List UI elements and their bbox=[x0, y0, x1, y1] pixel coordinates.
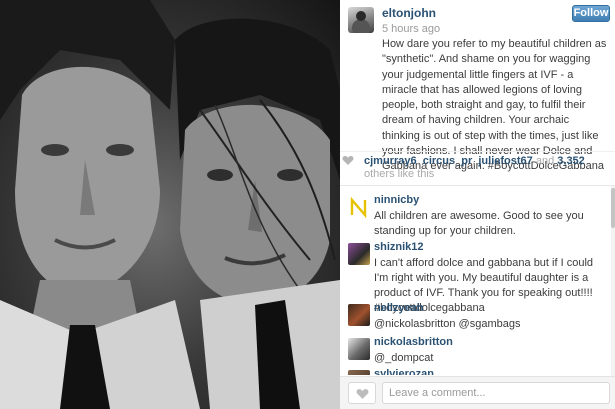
comment-avatar[interactable] bbox=[348, 338, 370, 360]
follow-button[interactable]: Follow bbox=[572, 5, 610, 22]
likes-others-text: others like this bbox=[364, 168, 435, 180]
likes-count[interactable]: 3,352 bbox=[557, 155, 585, 167]
comment-item: shiznik12 I can't afford dolce and gabba… bbox=[340, 241, 610, 314]
comment-username[interactable]: nellzyeah bbox=[374, 302, 424, 314]
heart-icon bbox=[356, 389, 369, 399]
comment-username[interactable]: sylvierozan bbox=[374, 368, 434, 375]
author-avatar[interactable] bbox=[348, 7, 374, 33]
comment-item: sylvierozan bbox=[340, 368, 610, 375]
author-username[interactable]: eltonjohn bbox=[382, 6, 436, 20]
post-header: eltonjohn 5 hours ago Follow bbox=[340, 0, 615, 40]
comment-text: All children are awesome. Good to see yo… bbox=[374, 210, 584, 237]
comment-text: @nickolasbritton @sgambags bbox=[374, 318, 521, 330]
comment-username[interactable]: nickolasbritton bbox=[374, 336, 453, 348]
like-button[interactable] bbox=[348, 382, 376, 404]
comment-text: @_dompcat bbox=[374, 352, 434, 364]
comment-avatar[interactable] bbox=[348, 243, 370, 265]
comment-username[interactable]: ninnicby bbox=[374, 194, 419, 206]
comment-item: nellzyeah @nickolasbritton @sgambags bbox=[340, 302, 610, 334]
post-timestamp: 5 hours ago bbox=[382, 23, 441, 35]
letter-n-avatar-icon[interactable] bbox=[348, 196, 370, 218]
scrollbar-thumb[interactable] bbox=[611, 188, 615, 228]
comment-item: nickolasbritton @_dompcat bbox=[340, 336, 610, 368]
comments-scrollbar[interactable] bbox=[611, 186, 615, 376]
comment-username[interactable]: shiznik12 bbox=[374, 241, 424, 253]
comment-footer bbox=[340, 376, 615, 409]
photo-illustration bbox=[0, 0, 340, 409]
heart-icon bbox=[342, 156, 354, 165]
post-photo[interactable] bbox=[0, 0, 340, 409]
comment-item: ninnicby All children are awesome. Good … bbox=[340, 192, 610, 237]
likes-summary: cjmurray6, circus_pr, juliefost67 and 3,… bbox=[364, 155, 585, 180]
post-detail-panel: eltonjohn 5 hours ago Follow How dare yo… bbox=[340, 0, 615, 409]
comments-list[interactable]: ninnicby All children are awesome. Good … bbox=[340, 185, 615, 375]
comment-input[interactable] bbox=[382, 382, 610, 404]
comment-avatar[interactable] bbox=[348, 370, 370, 375]
liker-link[interactable]: cjmurray6 bbox=[364, 155, 417, 167]
comment-avatar[interactable] bbox=[348, 304, 370, 326]
liker-link[interactable]: juliefost67 bbox=[478, 155, 532, 167]
liker-link[interactable]: circus_pr bbox=[423, 155, 473, 167]
